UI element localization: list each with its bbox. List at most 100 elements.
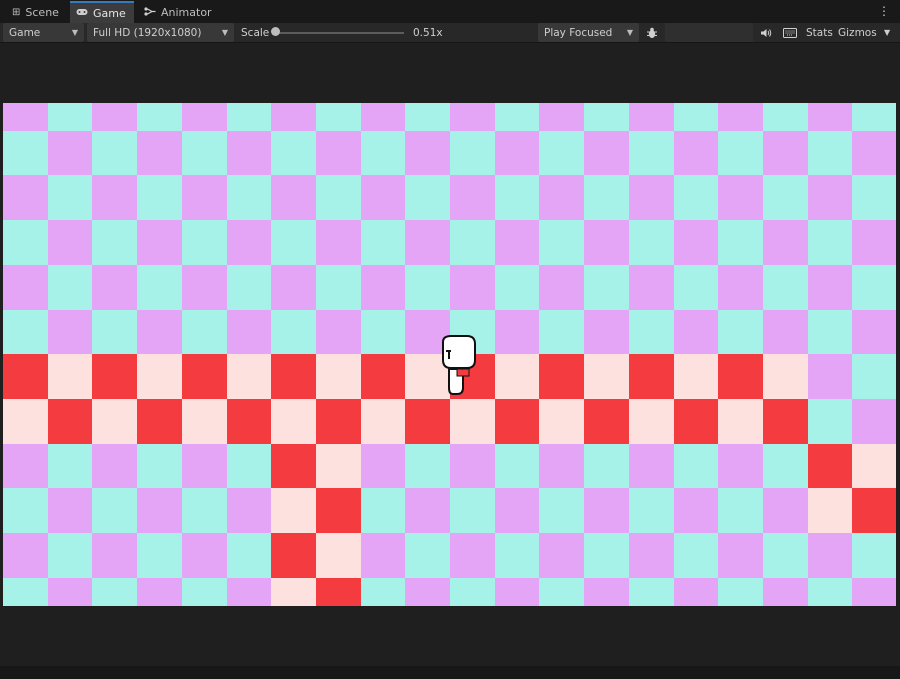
grid-tile: [360, 309, 407, 356]
grid-tile: [584, 103, 631, 132]
grid-tile: [47, 220, 94, 267]
grid-tile: [47, 443, 94, 490]
grid-tile: [450, 175, 496, 222]
grid-tile: [92, 443, 139, 490]
grid-tile: [718, 443, 765, 490]
grid-tile: [852, 577, 896, 606]
grid-tile: [360, 354, 407, 401]
grid-tile: [673, 103, 720, 132]
tab-scene[interactable]: ⊞ Scene: [6, 2, 67, 23]
tab-label: Game: [93, 6, 126, 20]
grid-tile: [47, 309, 94, 356]
display-dropdown[interactable]: Game ▼: [3, 23, 84, 42]
grid-tile: [405, 443, 452, 490]
scale-slider-handle[interactable]: [271, 27, 280, 36]
grid-tile: [539, 533, 586, 579]
speaker-icon[interactable]: [756, 23, 776, 42]
grid-tile: [494, 398, 541, 445]
grid-tile: [181, 309, 228, 356]
grid-tile: [3, 398, 49, 445]
grid-tile: [762, 130, 809, 177]
player-sprite: [437, 334, 481, 408]
grid-tile: [628, 354, 675, 401]
grid-tile: [494, 175, 541, 222]
grid-tile: [271, 264, 318, 311]
scale-slider-track[interactable]: [274, 32, 404, 34]
more-options-icon[interactable]: ⋮: [878, 4, 890, 18]
grid-tile: [584, 175, 631, 222]
grid-tile: [628, 488, 675, 535]
grid-tile: [226, 264, 273, 311]
grid-tile: [226, 398, 273, 445]
game-toolbar: Game ▼ Full HD (1920x1080) ▼ Scale 0.51x…: [0, 23, 900, 43]
grid-tile: [137, 309, 184, 356]
tab-game[interactable]: Game: [70, 1, 134, 23]
bug-icon[interactable]: [642, 23, 662, 42]
grid-tile: [315, 577, 362, 606]
grid-tile: [450, 443, 496, 490]
grid-tile: [762, 577, 809, 606]
grid-tile: [673, 175, 720, 222]
grid-tile: [450, 533, 496, 579]
grid-tile: [226, 309, 273, 356]
grid-tile: [271, 398, 318, 445]
grid-tile: [405, 488, 452, 535]
grid-tile: [47, 398, 94, 445]
grid-tile: [137, 103, 184, 132]
grid-tile: [673, 220, 720, 267]
keyboard-icon[interactable]: [780, 23, 800, 42]
grid-tile: [226, 103, 273, 132]
grid-tile: [360, 220, 407, 267]
grid-tile: [450, 264, 496, 311]
grid-tile: [47, 103, 94, 132]
grid-tile: [539, 264, 586, 311]
grid-tile: [494, 443, 541, 490]
grid-tile: [360, 577, 407, 606]
grid-tile: [807, 443, 854, 490]
resolution-dropdown[interactable]: Full HD (1920x1080) ▼: [87, 23, 234, 42]
grid-tile: [3, 577, 49, 606]
game-render-view[interactable]: [3, 103, 896, 606]
grid-tile: [718, 309, 765, 356]
tab-animator[interactable]: Animator: [138, 2, 220, 23]
grid-tile: [405, 175, 452, 222]
grid-tile: [92, 103, 139, 132]
grid-tile: [405, 264, 452, 311]
grid-tile: [47, 264, 94, 311]
grid-tile: [271, 175, 318, 222]
grid-tile: [271, 533, 318, 579]
grid-tile: [405, 220, 452, 267]
grid-tile: [494, 309, 541, 356]
play-mode-dropdown[interactable]: Play Focused ▼: [538, 23, 639, 42]
grid-tile: [584, 130, 631, 177]
display-value: Game: [9, 26, 41, 39]
grid-tile: [315, 264, 362, 311]
grid-tile: [852, 398, 896, 445]
grid-tile: [405, 577, 452, 606]
grid-tile: [360, 130, 407, 177]
grid-tile: [315, 175, 362, 222]
stats-button[interactable]: Stats: [806, 23, 833, 42]
grid-tile: [628, 220, 675, 267]
chevron-down-icon[interactable]: ▼: [884, 23, 890, 42]
grid-tile: [673, 264, 720, 311]
gizmos-button[interactable]: Gizmos: [838, 23, 877, 42]
grid-tile: [807, 264, 854, 311]
grid-tile: [584, 354, 631, 401]
grid-tile: [807, 488, 854, 535]
grid-tile: [852, 103, 896, 132]
grid-tile: [718, 354, 765, 401]
grid-tile: [226, 220, 273, 267]
grid-tile: [584, 220, 631, 267]
grid-tile: [852, 533, 896, 579]
grid-tile: [92, 398, 139, 445]
grid-tile: [450, 103, 496, 132]
grid-tile: [539, 309, 586, 356]
grid-tile: [360, 264, 407, 311]
grid-tile: [494, 130, 541, 177]
grid-tile: [360, 398, 407, 445]
grid-tile: [539, 130, 586, 177]
grid-tile: [807, 175, 854, 222]
grid-tile: [226, 488, 273, 535]
grid-tile: [137, 488, 184, 535]
